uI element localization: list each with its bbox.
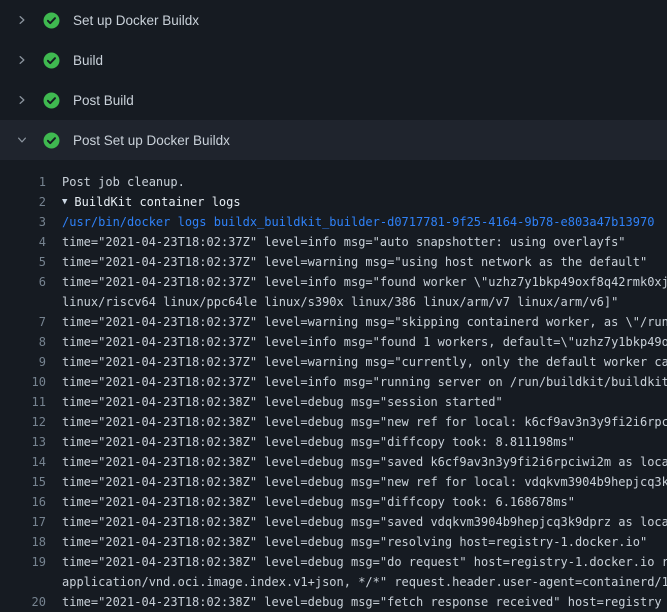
log-line: 3 /usr/bin/docker logs buildx_buildkit_b… xyxy=(0,212,667,232)
log-lines: 1 Post job cleanup. 2 ▼ BuildKit contain… xyxy=(0,160,667,612)
step-section-header-post-set-up-docker-buildx[interactable]: Post Set up Docker Buildx xyxy=(0,120,667,160)
step-section-header-build[interactable]: Build xyxy=(0,40,667,80)
log-line-text: time="2021-04-23T18:02:38Z" level=debug … xyxy=(46,475,667,489)
log-line-number[interactable]: 12 xyxy=(0,415,46,429)
log-line-text: /usr/bin/docker logs buildx_buildkit_bui… xyxy=(46,215,654,229)
log-line-text: time="2021-04-23T18:02:38Z" level=debug … xyxy=(46,595,662,609)
log-line: application/vnd.oci.image.index.v1+json,… xyxy=(0,572,667,592)
chevron-icon xyxy=(14,132,30,148)
log-line: 10 time="2021-04-23T18:02:37Z" level=inf… xyxy=(0,372,667,392)
log-line-text: time="2021-04-23T18:02:37Z" level=warnin… xyxy=(46,315,667,329)
log-line: 11 time="2021-04-23T18:02:38Z" level=deb… xyxy=(0,392,667,412)
log-line-number[interactable]: 9 xyxy=(0,355,46,369)
log-line-number[interactable]: 19 xyxy=(0,555,46,569)
log-line-number[interactable]: 15 xyxy=(0,475,46,489)
log-line-number[interactable]: 5 xyxy=(0,255,46,269)
log-line-number[interactable]: 8 xyxy=(0,335,46,349)
log-line-text: time="2021-04-23T18:02:38Z" level=debug … xyxy=(46,535,647,549)
step-section-header-set-up-docker-buildx[interactable]: Set up Docker Buildx xyxy=(0,0,667,40)
log-line-number[interactable]: 20 xyxy=(0,595,46,609)
success-check-icon xyxy=(43,52,60,69)
log-line-number[interactable]: 2 xyxy=(0,195,46,209)
log-line: 5 time="2021-04-23T18:02:37Z" level=warn… xyxy=(0,252,667,272)
log-line-text: time="2021-04-23T18:02:37Z" level=warnin… xyxy=(46,355,667,369)
log-line-number[interactable]: 16 xyxy=(0,495,46,509)
log-line: 12 time="2021-04-23T18:02:38Z" level=deb… xyxy=(0,412,667,432)
log-line: 1 Post job cleanup. xyxy=(0,172,667,192)
log-line-text: time="2021-04-23T18:02:38Z" level=debug … xyxy=(46,435,575,449)
log-line-text: linux/riscv64 linux/ppc64le linux/s390x … xyxy=(46,295,618,309)
log-line: 15 time="2021-04-23T18:02:38Z" level=deb… xyxy=(0,472,667,492)
log-line: 4 time="2021-04-23T18:02:37Z" level=info… xyxy=(0,232,667,252)
log-line-number[interactable]: 1 xyxy=(0,175,46,189)
chevron-icon xyxy=(14,92,30,108)
step-section-header-post-build[interactable]: Post Build xyxy=(0,80,667,120)
log-line-number[interactable]: 3 xyxy=(0,215,46,229)
log-line: 16 time="2021-04-23T18:02:38Z" level=deb… xyxy=(0,492,667,512)
log-line-text: time="2021-04-23T18:02:37Z" level=info m… xyxy=(46,235,626,249)
log-line: 14 time="2021-04-23T18:02:38Z" level=deb… xyxy=(0,452,667,472)
log-line: 8 time="2021-04-23T18:02:37Z" level=info… xyxy=(0,332,667,352)
log-line: 2 ▼ BuildKit container logs xyxy=(0,192,667,212)
workflow-log-viewer: Set up Docker Buildx Build Post Buil xyxy=(0,0,667,612)
section-title: Post Build xyxy=(73,93,134,108)
log-line-text: BuildKit container logs xyxy=(67,195,240,209)
log-line-number[interactable]: 17 xyxy=(0,515,46,529)
log-line-number[interactable]: 13 xyxy=(0,435,46,449)
log-line: 18 time="2021-04-23T18:02:38Z" level=deb… xyxy=(0,532,667,552)
log-line-number[interactable]: 4 xyxy=(0,235,46,249)
log-line-text: time="2021-04-23T18:02:38Z" level=debug … xyxy=(46,515,667,529)
log-line-text: time="2021-04-23T18:02:38Z" level=debug … xyxy=(46,495,575,509)
log-line: 19 time="2021-04-23T18:02:38Z" level=deb… xyxy=(0,552,667,572)
sections-list: Set up Docker Buildx Build Post Buil xyxy=(0,0,667,160)
success-check-icon xyxy=(43,12,60,29)
log-line: 13 time="2021-04-23T18:02:38Z" level=deb… xyxy=(0,432,667,452)
log-line: 20 time="2021-04-23T18:02:38Z" level=deb… xyxy=(0,592,667,612)
log-line-text: Post job cleanup. xyxy=(46,175,185,189)
log-line-text: time="2021-04-23T18:02:38Z" level=debug … xyxy=(46,455,667,469)
log-line: linux/riscv64 linux/ppc64le linux/s390x … xyxy=(0,292,667,312)
section-title: Build xyxy=(73,53,103,68)
section-title: Set up Docker Buildx xyxy=(73,13,199,28)
log-line-number[interactable]: 14 xyxy=(0,455,46,469)
log-line-text: time="2021-04-23T18:02:37Z" level=info m… xyxy=(46,375,667,389)
log-line-number[interactable]: 7 xyxy=(0,315,46,329)
chevron-icon xyxy=(14,52,30,68)
section-title: Post Set up Docker Buildx xyxy=(73,133,230,148)
log-line-number[interactable]: 18 xyxy=(0,535,46,549)
log-line-text: time="2021-04-23T18:02:38Z" level=debug … xyxy=(46,555,667,569)
log-line: 9 time="2021-04-23T18:02:37Z" level=warn… xyxy=(0,352,667,372)
log-line-text: time="2021-04-23T18:02:38Z" level=debug … xyxy=(46,415,667,429)
chevron-icon xyxy=(14,12,30,28)
success-check-icon xyxy=(43,132,60,149)
log-line: 6 time="2021-04-23T18:02:37Z" level=info… xyxy=(0,272,667,292)
log-line-text: time="2021-04-23T18:02:37Z" level=info m… xyxy=(46,335,667,349)
log-line-text: time="2021-04-23T18:02:37Z" level=warnin… xyxy=(46,255,647,269)
log-line-text: application/vnd.oci.image.index.v1+json,… xyxy=(46,575,667,589)
log-line: 17 time="2021-04-23T18:02:38Z" level=deb… xyxy=(0,512,667,532)
log-line: 7 time="2021-04-23T18:02:37Z" level=warn… xyxy=(0,312,667,332)
log-line-text: time="2021-04-23T18:02:38Z" level=debug … xyxy=(46,395,503,409)
group-toggle-icon[interactable]: ▼ xyxy=(46,197,67,207)
success-check-icon xyxy=(43,92,60,109)
log-line-number[interactable]: 10 xyxy=(0,375,46,389)
log-line-number[interactable]: 6 xyxy=(0,275,46,289)
log-line-number[interactable]: 11 xyxy=(0,395,46,409)
log-line-text: time="2021-04-23T18:02:37Z" level=info m… xyxy=(46,275,667,289)
